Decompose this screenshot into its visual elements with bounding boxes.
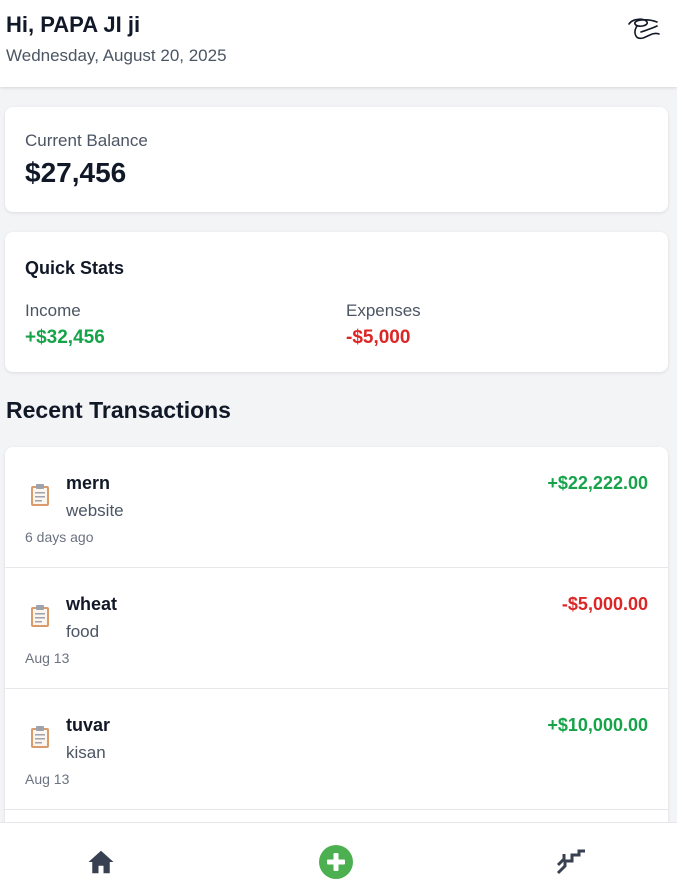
balance-label: Current Balance (25, 131, 148, 150)
nav-home-button[interactable] (86, 847, 120, 881)
quick-stats-card: Quick Stats Income +$32,456 Expenses -$5… (5, 232, 668, 372)
clipboard-icon (31, 484, 49, 506)
transaction-row[interactable]: tuvar kisan Aug 13 +$10,000.00 (5, 689, 668, 810)
transaction-category: website (66, 501, 124, 520)
transaction-category: kisan (66, 743, 106, 762)
transaction-name: wheat (66, 594, 118, 614)
greeting-title: Hi, PAPA JI ji (6, 12, 141, 37)
income-label: Income (25, 301, 81, 320)
clipboard-icon (31, 726, 49, 748)
transactions-list: mern website 6 days ago +$22,222.00 whea… (5, 447, 668, 847)
income-value: +$32,456 (25, 327, 105, 348)
transaction-amount: +$22,222.00 (547, 473, 648, 493)
balance-value: $27,456 (25, 157, 127, 188)
transaction-date: Aug 13 (25, 650, 70, 666)
current-date: Wednesday, August 20, 2025 (6, 46, 227, 65)
transaction-category: food (66, 622, 100, 641)
clipboard-icon (31, 605, 49, 627)
signature-avatar-icon (628, 18, 660, 40)
transaction-row[interactable]: mern website 6 days ago +$22,222.00 (5, 447, 668, 568)
recent-transactions-title: Recent Transactions (6, 397, 231, 423)
transaction-date: 6 days ago (25, 529, 94, 545)
transaction-name: tuvar (66, 715, 111, 735)
add-icon (319, 845, 353, 879)
expenses-value: -$5,000 (346, 327, 411, 348)
bottom-navigation (0, 822, 677, 886)
app-header: Hi, PAPA JI ji Wednesday, August 20, 202… (0, 0, 677, 87)
nav-add-transaction-button[interactable] (319, 845, 353, 879)
balance-card: Current Balance $27,456 (5, 107, 668, 212)
transaction-amount: -$5,000.00 (561, 594, 648, 614)
profile-avatar-button[interactable] (623, 14, 663, 46)
transaction-row[interactable]: wheat food Aug 13 -$5,000.00 (5, 568, 668, 689)
transaction-name: mern (66, 473, 111, 493)
home-icon (88, 850, 114, 874)
transaction-date: Aug 13 (25, 771, 70, 787)
nav-stats-button[interactable] (555, 847, 589, 881)
quick-stats-title: Quick Stats (25, 258, 125, 278)
expenses-label: Expenses (346, 301, 421, 320)
transaction-amount: +$10,000.00 (547, 715, 648, 735)
stats-icon (556, 849, 585, 875)
